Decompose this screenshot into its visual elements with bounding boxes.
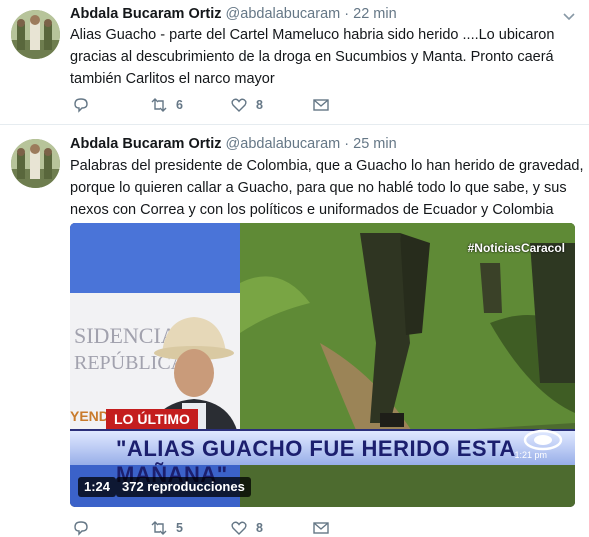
tweet-actions: 5 8 <box>70 519 350 537</box>
tweet[interactable]: Abdala Bucaram Ortiz @abdalabucaram · 22… <box>0 0 589 125</box>
channel-hashtag: #NoticiasCaracol <box>467 241 565 255</box>
video-duration: 1:24 <box>78 477 117 497</box>
author-handle[interactable]: @abdalabucaram <box>226 136 341 152</box>
like-count: 8 <box>256 98 263 112</box>
chevron-down-icon[interactable] <box>563 10 575 24</box>
reply-icon <box>74 521 88 536</box>
like-count: 8 <box>256 521 263 535</box>
retweet-count: 5 <box>176 521 183 535</box>
tweet-actions: 6 8 <box>70 96 350 116</box>
timestamp[interactable]: 22 min <box>353 6 397 22</box>
tweet-text: Alias Guacho - parte del Cartel Mameluco… <box>70 24 575 90</box>
tweet-text-line: gracias al descubrimiento de la droga en… <box>70 49 554 65</box>
separator: · <box>344 6 350 22</box>
heart-icon <box>231 98 247 112</box>
separator: · <box>344 136 350 152</box>
direct-message-button[interactable] <box>312 96 330 114</box>
video-player[interactable]: SIDENCIA REPÚBLICA YEND #NoticiasCaracol <box>70 223 575 507</box>
tweet-header: Abdala Bucaram Ortiz @abdalabucaram · 22… <box>70 6 397 22</box>
timestamp[interactable]: 25 min <box>353 136 397 152</box>
reply-button[interactable] <box>72 96 98 114</box>
heart-icon <box>231 521 247 535</box>
avatar-image <box>11 10 60 59</box>
view-count: 372 reproducciones <box>116 477 251 497</box>
reply-icon <box>74 98 88 113</box>
retweet-button[interactable]: 5 <box>150 519 183 537</box>
tweet-text-line: Alias Guacho - parte del Cartel Mameluco… <box>70 27 555 43</box>
retweet-count: 6 <box>176 98 183 112</box>
tweet-text-line: nexos con Correa y con los políticos e u… <box>70 202 554 218</box>
reply-button[interactable] <box>72 519 98 537</box>
retweet-icon <box>151 521 167 535</box>
sign-text: YEND <box>70 408 109 424</box>
broadcast-clock: 1:21 pm <box>514 450 547 460</box>
breaking-news-label: LO ÚLTIMO <box>106 409 198 429</box>
caracol-logo-icon <box>523 429 563 451</box>
tweet-text: Palabras del presidente de Colombia, que… <box>70 155 584 221</box>
author-handle[interactable]: @abdalabucaram <box>226 6 341 22</box>
direct-message-button[interactable] <box>312 519 330 537</box>
retweet-icon <box>151 98 167 112</box>
avatar[interactable] <box>11 10 60 59</box>
sign-text: SIDENCIA <box>74 323 177 348</box>
author-name[interactable]: Abdala Bucaram Ortiz <box>70 136 222 152</box>
author-name[interactable]: Abdala Bucaram Ortiz <box>70 6 222 22</box>
avatar-image <box>11 139 60 188</box>
retweet-button[interactable]: 6 <box>150 96 183 114</box>
envelope-icon <box>313 522 329 534</box>
tweet-text-line: también Carlitos el narco mayor <box>70 71 275 87</box>
like-button[interactable]: 8 <box>230 519 263 537</box>
envelope-icon <box>313 99 329 111</box>
news-ticker: "ALIAS GUACHO FUE HERIDO ESTA MAÑANA" <box>70 429 575 487</box>
avatar[interactable] <box>11 139 60 188</box>
tweet[interactable]: Abdala Bucaram Ortiz @abdalabucaram · 25… <box>0 125 589 537</box>
like-button[interactable]: 8 <box>230 96 263 114</box>
tweet-text-line: Palabras del presidente de Colombia, que… <box>70 158 584 174</box>
tweet-text-line: porque lo quieren callar a Guacho, para … <box>70 180 567 196</box>
tweet-header: Abdala Bucaram Ortiz @abdalabucaram · 25… <box>70 136 397 152</box>
